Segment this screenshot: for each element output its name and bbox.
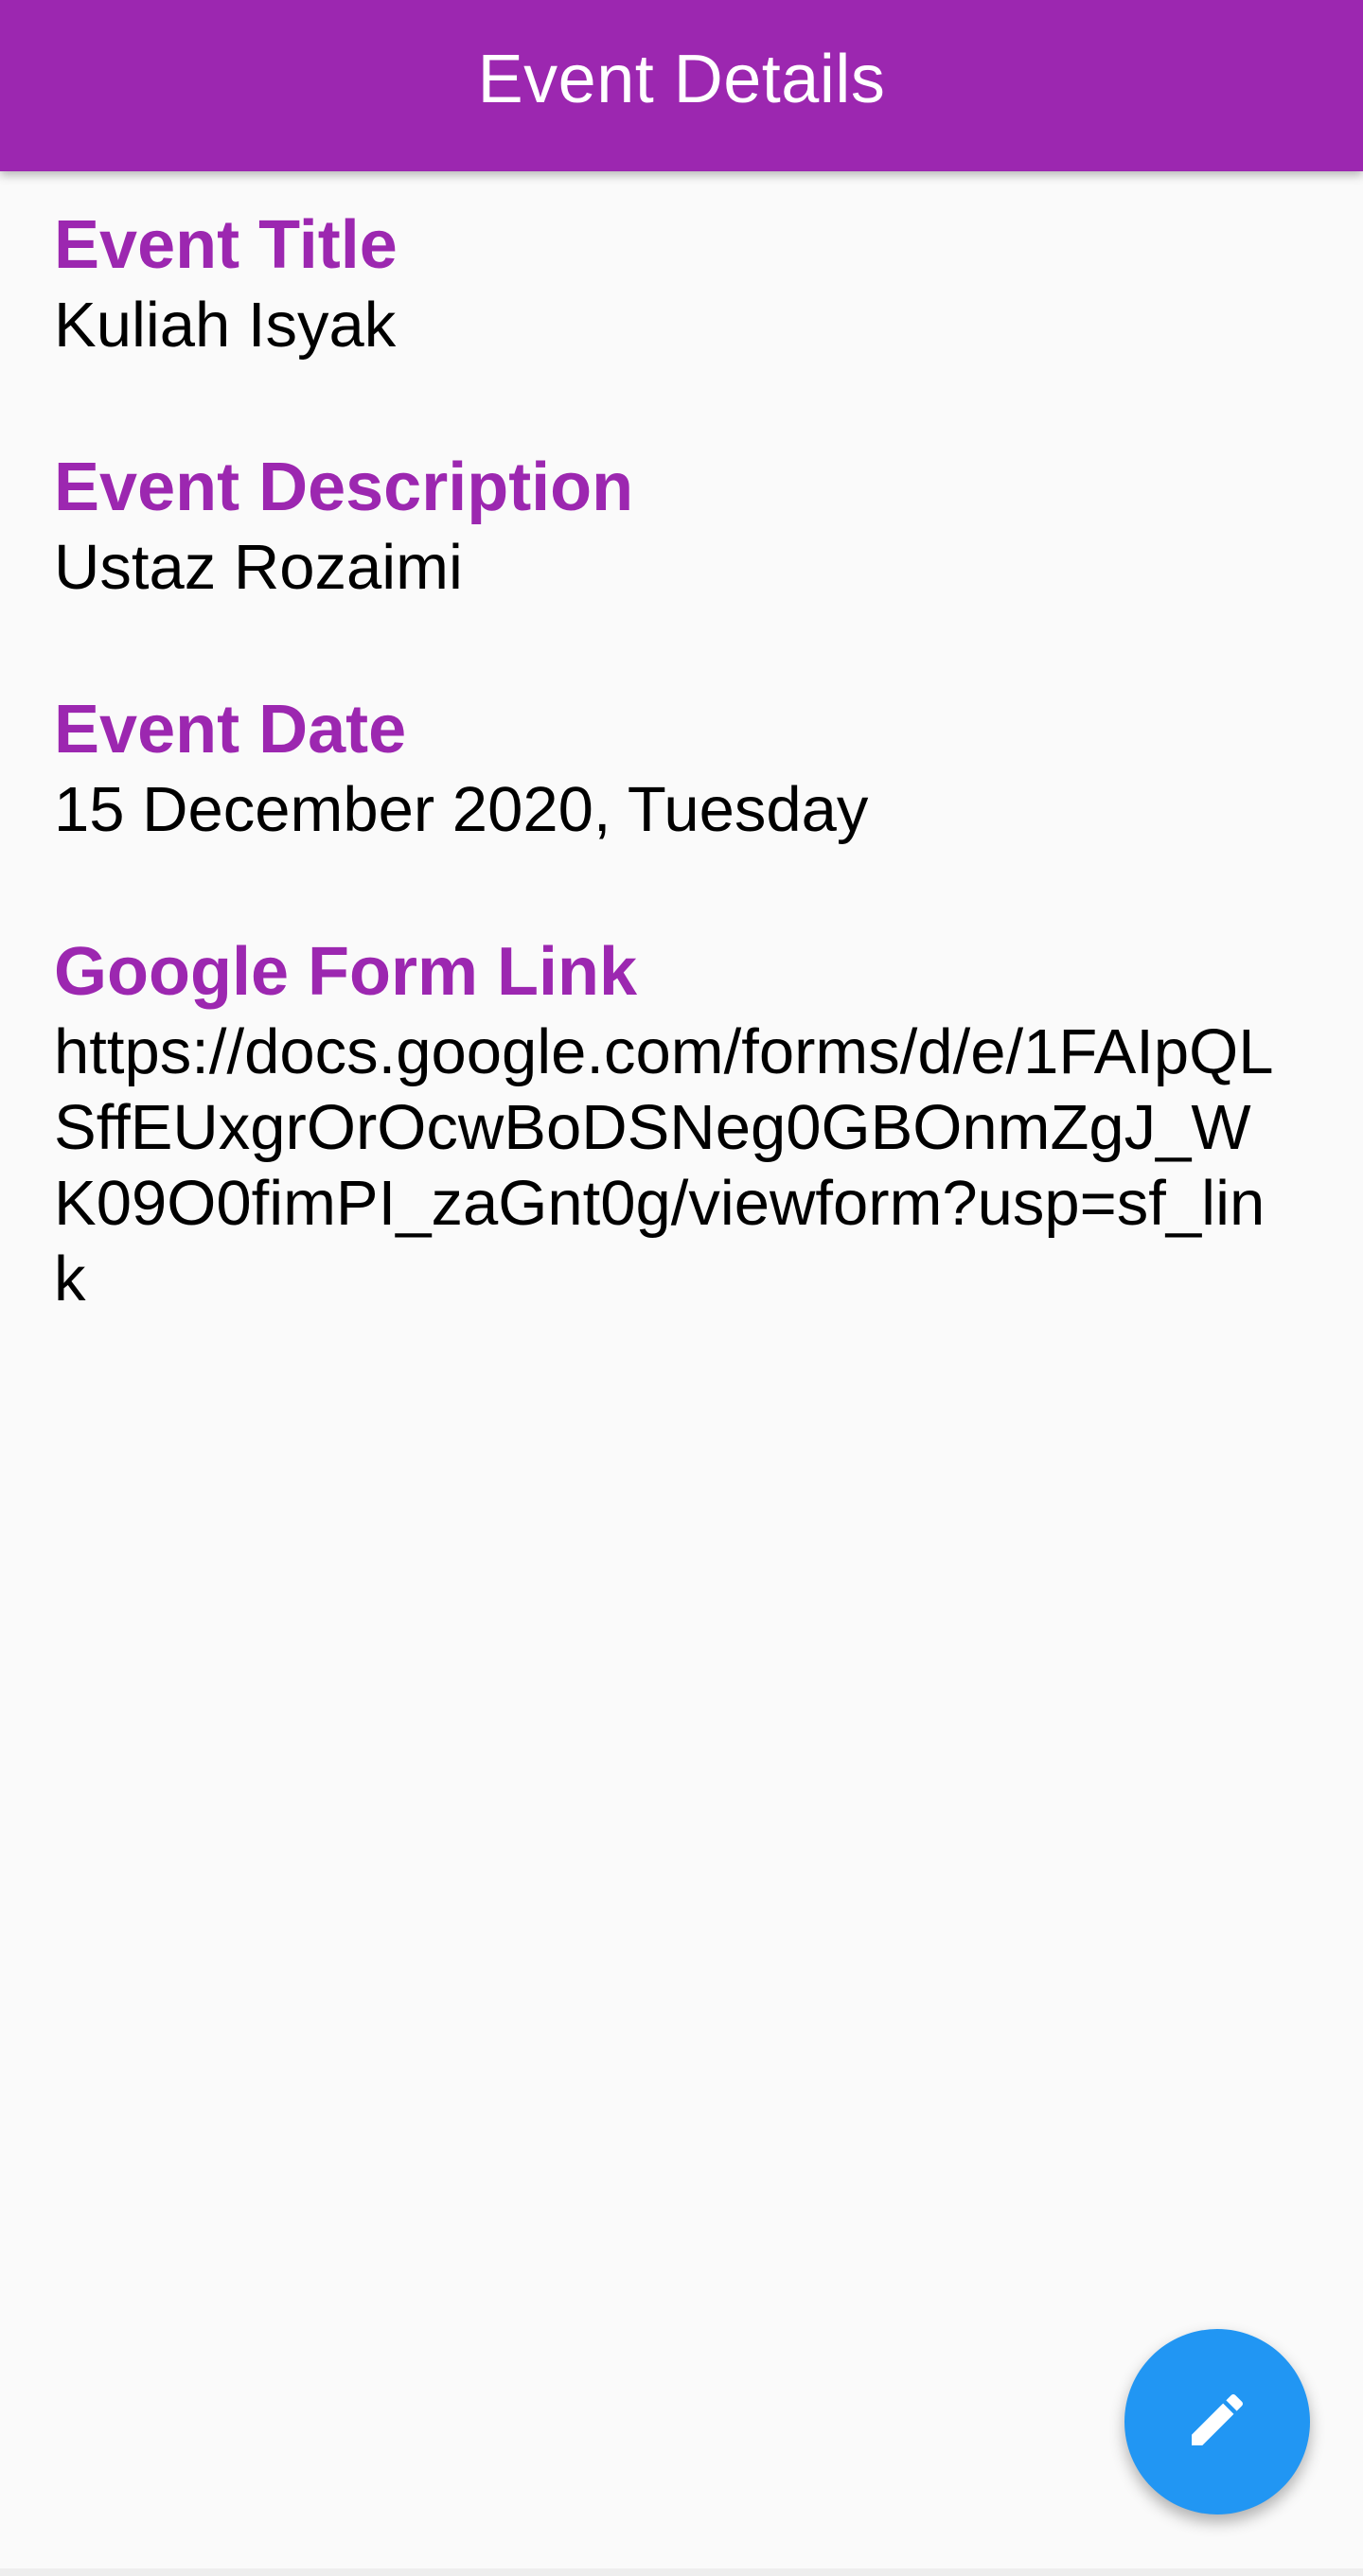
google-form-link-field: Google Form Link https://docs.google.com… (54, 929, 1313, 1317)
event-date-value: 15 December 2020, Tuesday (54, 774, 869, 845)
event-title-label: Event Title (54, 207, 398, 283)
event-date-field: Event Date 15 December 2020, Tuesday (54, 687, 1313, 848)
google-form-link-value[interactable]: https://docs.google.com/forms/d/e/1FAIpQ… (54, 1015, 1275, 1317)
edit-event-button[interactable] (1124, 2329, 1310, 2514)
bottom-edge (0, 2568, 1363, 2576)
event-description-label: Event Description (54, 450, 634, 525)
google-form-link-label: Google Form Link (54, 934, 638, 1010)
event-date-label: Event Date (54, 692, 407, 768)
edit-icon (1183, 2386, 1251, 2459)
event-description-value: Ustaz Rozaimi (54, 532, 463, 603)
event-description-field: Event Description Ustaz Rozaimi (54, 445, 1313, 606)
event-details-content: Event Title Kuliah Isyak Event Descripti… (54, 203, 1313, 1399)
event-title-field: Event Title Kuliah Isyak (54, 203, 1313, 363)
app-bar: Event Details (0, 0, 1363, 171)
event-title-value: Kuliah Isyak (54, 290, 397, 361)
page-title: Event Details (477, 41, 886, 117)
